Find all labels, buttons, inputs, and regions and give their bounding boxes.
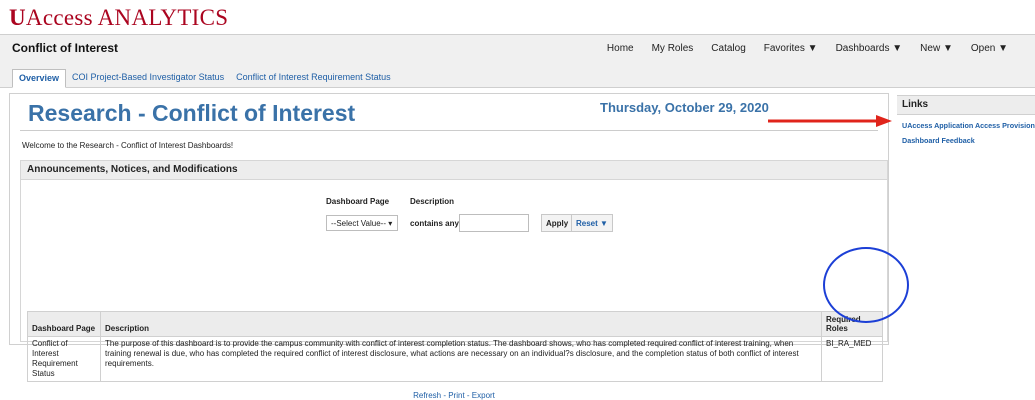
annotation-arrow-icon — [768, 115, 892, 127]
description-label: Description — [410, 197, 455, 206]
link-access-provisioning[interactable]: UAccess Application Access Provisioning — [897, 121, 1035, 130]
export-link[interactable]: Export — [472, 391, 495, 400]
table-header-row: Dashboard Page Description Required Role… — [27, 311, 883, 337]
col-dashboard-page: Dashboard Page — [27, 311, 101, 337]
brand-logo: UAccess ANALYTICS — [9, 3, 228, 33]
app-header: Conflict of Interest Home My Roles Catal… — [0, 34, 1035, 88]
page-title: Research - Conflict of Interest — [28, 100, 356, 126]
nav-home[interactable]: Home — [598, 43, 643, 54]
link-dashboard-feedback[interactable]: Dashboard Feedback — [897, 136, 1035, 145]
separator: - — [464, 391, 472, 400]
nav-my-roles[interactable]: My Roles — [643, 43, 703, 54]
description-input[interactable] — [459, 214, 529, 232]
section-header: Announcements, Notices, and Modification… — [21, 161, 887, 180]
links-header: Links — [897, 95, 1035, 115]
links-sidebar: Links UAccess Application Access Provisi… — [897, 95, 1035, 345]
dashboard-page-select[interactable]: --Select Value-- ▾ — [326, 215, 398, 231]
page-date: Thursday, October 29, 2020 — [600, 100, 769, 115]
brand-text: Access ANALYTICS — [25, 5, 229, 30]
top-nav: Home My Roles Catalog Favorites ▼ Dashbo… — [598, 43, 1017, 54]
table-row: Conflict of Interest Requirement Status … — [27, 336, 883, 382]
announcements-section: Announcements, Notices, and Modification… — [20, 160, 888, 400]
separator: - — [441, 391, 449, 400]
contains-any-label: contains any — [410, 219, 459, 228]
select-value: --Select Value-- — [331, 219, 386, 228]
col-description: Description — [100, 311, 822, 337]
nav-favorites[interactable]: Favorites ▼ — [755, 43, 827, 54]
tab-coi-requirement-status[interactable]: Conflict of Interest Requirement Status — [230, 69, 397, 88]
welcome-text: Welcome to the Research - Conflict of In… — [22, 141, 234, 150]
nav-dashboards[interactable]: Dashboards ▼ — [827, 43, 912, 54]
dashboard-tabs: Overview COI Project-Based Investigator … — [12, 69, 397, 88]
nav-open[interactable]: Open ▼ — [962, 43, 1017, 54]
refresh-link[interactable]: Refresh — [413, 391, 441, 400]
brand-u: U — [9, 5, 26, 30]
chevron-down-icon: ▾ — [388, 219, 393, 228]
dashboard-page-label: Dashboard Page — [326, 197, 390, 206]
annotation-circle — [823, 247, 909, 323]
reset-button[interactable]: Reset ▼ — [571, 214, 613, 232]
title-divider — [20, 130, 878, 131]
nav-new[interactable]: New ▼ — [911, 43, 962, 54]
cell-page: Conflict of Interest Requirement Status — [27, 336, 101, 382]
main-content: Research - Conflict of Interest Thursday… — [9, 93, 889, 400]
cell-description: The purpose of this dashboard is to prov… — [100, 336, 822, 382]
tab-coi-project-based[interactable]: COI Project-Based Investigator Status — [66, 69, 230, 88]
footer-links: Refresh - Print - Export — [21, 391, 887, 400]
tab-overview[interactable]: Overview — [12, 69, 67, 88]
app-title: Conflict of Interest — [12, 41, 119, 55]
print-link[interactable]: Print — [448, 391, 464, 400]
nav-catalog[interactable]: Catalog — [702, 43, 754, 54]
cell-roles: BI_RA_MED — [821, 336, 883, 382]
apply-button[interactable]: Apply — [541, 214, 574, 232]
